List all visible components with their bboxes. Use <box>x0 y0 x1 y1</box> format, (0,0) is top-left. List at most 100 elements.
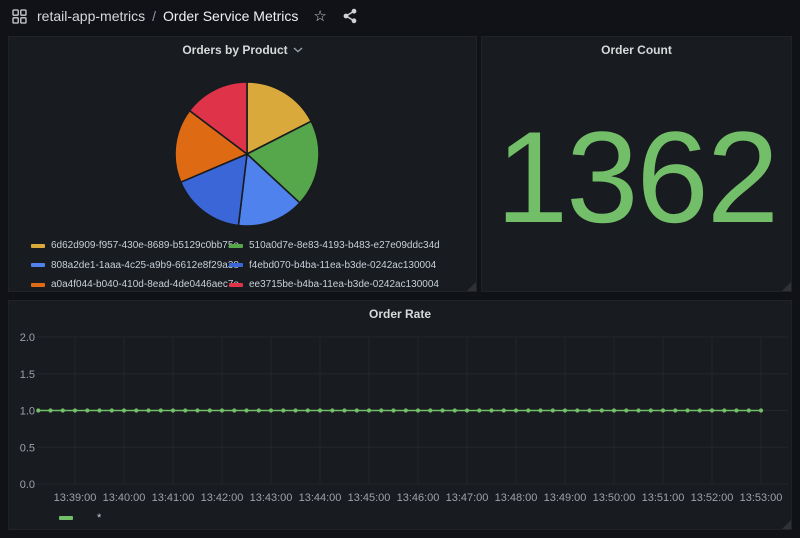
time-series-chart[interactable]: 0.00.51.01.52.013:39:0013:40:0013:41:001… <box>9 301 791 529</box>
rate-data-point <box>526 408 530 412</box>
rate-data-point <box>195 408 199 412</box>
rate-data-point <box>404 408 408 412</box>
rate-data-point <box>575 408 579 412</box>
pie-legend-item[interactable]: ee3715be-b4ba-11ea-b3de-0242ac130004 <box>229 279 468 290</box>
rate-data-point <box>673 408 677 412</box>
x-axis-tick-label: 13:39:00 <box>54 492 97 504</box>
x-axis-tick-label: 13:51:00 <box>642 492 685 504</box>
rate-data-point <box>698 408 702 412</box>
legend-color-swatch <box>31 244 45 248</box>
legend-series-label: f4ebd070-b4ba-11ea-b3de-0242ac130004 <box>249 260 436 271</box>
rate-data-point <box>342 408 346 412</box>
rate-data-point <box>244 408 248 412</box>
rate-data-point <box>624 408 628 412</box>
y-axis-tick-label: 1.0 <box>20 406 35 418</box>
panel-title-order-rate[interactable]: Order Rate <box>9 301 791 327</box>
rate-data-point <box>600 408 604 412</box>
rate-data-point <box>36 408 40 412</box>
rate-data-point <box>73 408 77 412</box>
x-axis-tick-label: 13:40:00 <box>103 492 146 504</box>
rate-data-point <box>293 408 297 412</box>
pie-legend-item[interactable]: 510a0d7e-8e83-4193-b483-e27e09ddc34d <box>229 240 468 251</box>
x-axis-tick-label: 13:42:00 <box>201 492 244 504</box>
y-axis-tick-label: 1.5 <box>20 369 35 381</box>
x-axis-tick-label: 13:43:00 <box>250 492 293 504</box>
pie-legend-item[interactable]: a0a4f044-b040-410d-8ead-4de0446aec7e <box>31 279 229 290</box>
rate-data-point <box>379 408 383 412</box>
rate-data-point <box>514 408 518 412</box>
chevron-down-icon <box>293 47 303 53</box>
panel-resize-handle[interactable] <box>782 282 791 291</box>
x-axis-tick-label: 13:53:00 <box>740 492 783 504</box>
apps-grid-icon[interactable] <box>12 9 27 24</box>
rate-data-point <box>685 408 689 412</box>
top-nav-bar: retail-app-metrics / Order Service Metri… <box>0 0 800 32</box>
panel-order-count: Order Count 1362 <box>481 36 792 292</box>
rate-data-point <box>48 408 52 412</box>
pie-legend-item[interactable]: f4ebd070-b4ba-11ea-b3de-0242ac130004 <box>229 260 468 271</box>
breadcrumb-folder[interactable]: retail-app-metrics <box>37 8 145 24</box>
x-axis-tick-label: 13:46:00 <box>397 492 440 504</box>
rate-data-point <box>330 408 334 412</box>
legend-series-label: * <box>97 512 101 524</box>
share-dashboard-button[interactable] <box>342 8 358 24</box>
rate-data-point <box>636 408 640 412</box>
x-axis-tick-label: 13:45:00 <box>348 492 391 504</box>
rate-data-point <box>134 408 138 412</box>
rate-data-point <box>183 408 187 412</box>
panel-title-order-count[interactable]: Order Count <box>482 37 791 63</box>
rate-data-point <box>612 408 616 412</box>
breadcrumb-dashboard-title: Order Service Metrics <box>163 8 298 24</box>
rate-data-point <box>551 408 555 412</box>
pie-legend-item[interactable]: 6d62d909-f957-430e-8689-b5129c0bb75e <box>31 240 229 251</box>
panel-title-text: Order Count <box>601 43 672 57</box>
legend-series-label: 808a2de1-1aaa-4c25-a9b9-6612e8f29a38 <box>51 260 239 271</box>
rate-data-point <box>269 408 273 412</box>
x-axis-tick-label: 13:48:00 <box>495 492 538 504</box>
panel-resize-handle[interactable] <box>782 520 791 529</box>
legend-color-swatch <box>31 263 45 267</box>
share-icon <box>342 8 358 24</box>
rate-data-point <box>649 408 653 412</box>
x-axis-tick-label: 13:50:00 <box>593 492 636 504</box>
panel-resize-handle[interactable] <box>467 282 476 291</box>
y-axis-tick-label: 0.0 <box>20 479 35 491</box>
panel-title-text: Orders by Product <box>182 43 287 57</box>
rate-data-point <box>734 408 738 412</box>
x-axis-tick-label: 13:44:00 <box>299 492 342 504</box>
pie-chart[interactable] <box>172 79 322 229</box>
panel-title-text: Order Rate <box>369 307 431 321</box>
pie-legend-item[interactable]: 808a2de1-1aaa-4c25-a9b9-6612e8f29a38 <box>31 260 229 271</box>
rate-data-point <box>257 408 261 412</box>
rate-data-point <box>587 408 591 412</box>
y-axis-tick-label: 2.0 <box>20 332 35 344</box>
rate-data-point <box>538 408 542 412</box>
x-axis-tick-label: 13:49:00 <box>544 492 587 504</box>
panel-order-rate: 0.00.51.01.52.013:39:0013:40:0013:41:001… <box>8 300 792 530</box>
legend-series-label: 510a0d7e-8e83-4193-b483-e27e09ddc34d <box>249 240 440 251</box>
legend-color-swatch <box>229 244 243 248</box>
rate-data-point <box>159 408 163 412</box>
rate-data-point <box>440 408 444 412</box>
rate-legend-item[interactable]: * <box>59 512 101 524</box>
panel-title-orders-by-product[interactable]: Orders by Product <box>9 37 476 63</box>
rate-data-point <box>465 408 469 412</box>
x-axis-tick-label: 13:52:00 <box>691 492 734 504</box>
rate-data-point <box>759 408 763 412</box>
rate-data-point <box>489 408 493 412</box>
rate-data-point <box>232 408 236 412</box>
panel-orders-by-product: Orders by Product 6d62d909-f957-430e-868… <box>8 36 477 292</box>
rate-data-point <box>367 408 371 412</box>
star-dashboard-button[interactable]: ☆ <box>313 9 326 24</box>
rate-data-point <box>722 408 726 412</box>
star-icon: ☆ <box>313 9 326 24</box>
breadcrumb-separator: / <box>152 8 156 24</box>
rate-data-point <box>146 408 150 412</box>
rate-data-point <box>281 408 285 412</box>
y-axis-tick-label: 0.5 <box>20 442 35 454</box>
rate-data-point <box>318 408 322 412</box>
rate-data-point <box>208 408 212 412</box>
rate-data-point <box>355 408 359 412</box>
legend-color-swatch <box>229 283 243 287</box>
rate-data-point <box>563 408 567 412</box>
